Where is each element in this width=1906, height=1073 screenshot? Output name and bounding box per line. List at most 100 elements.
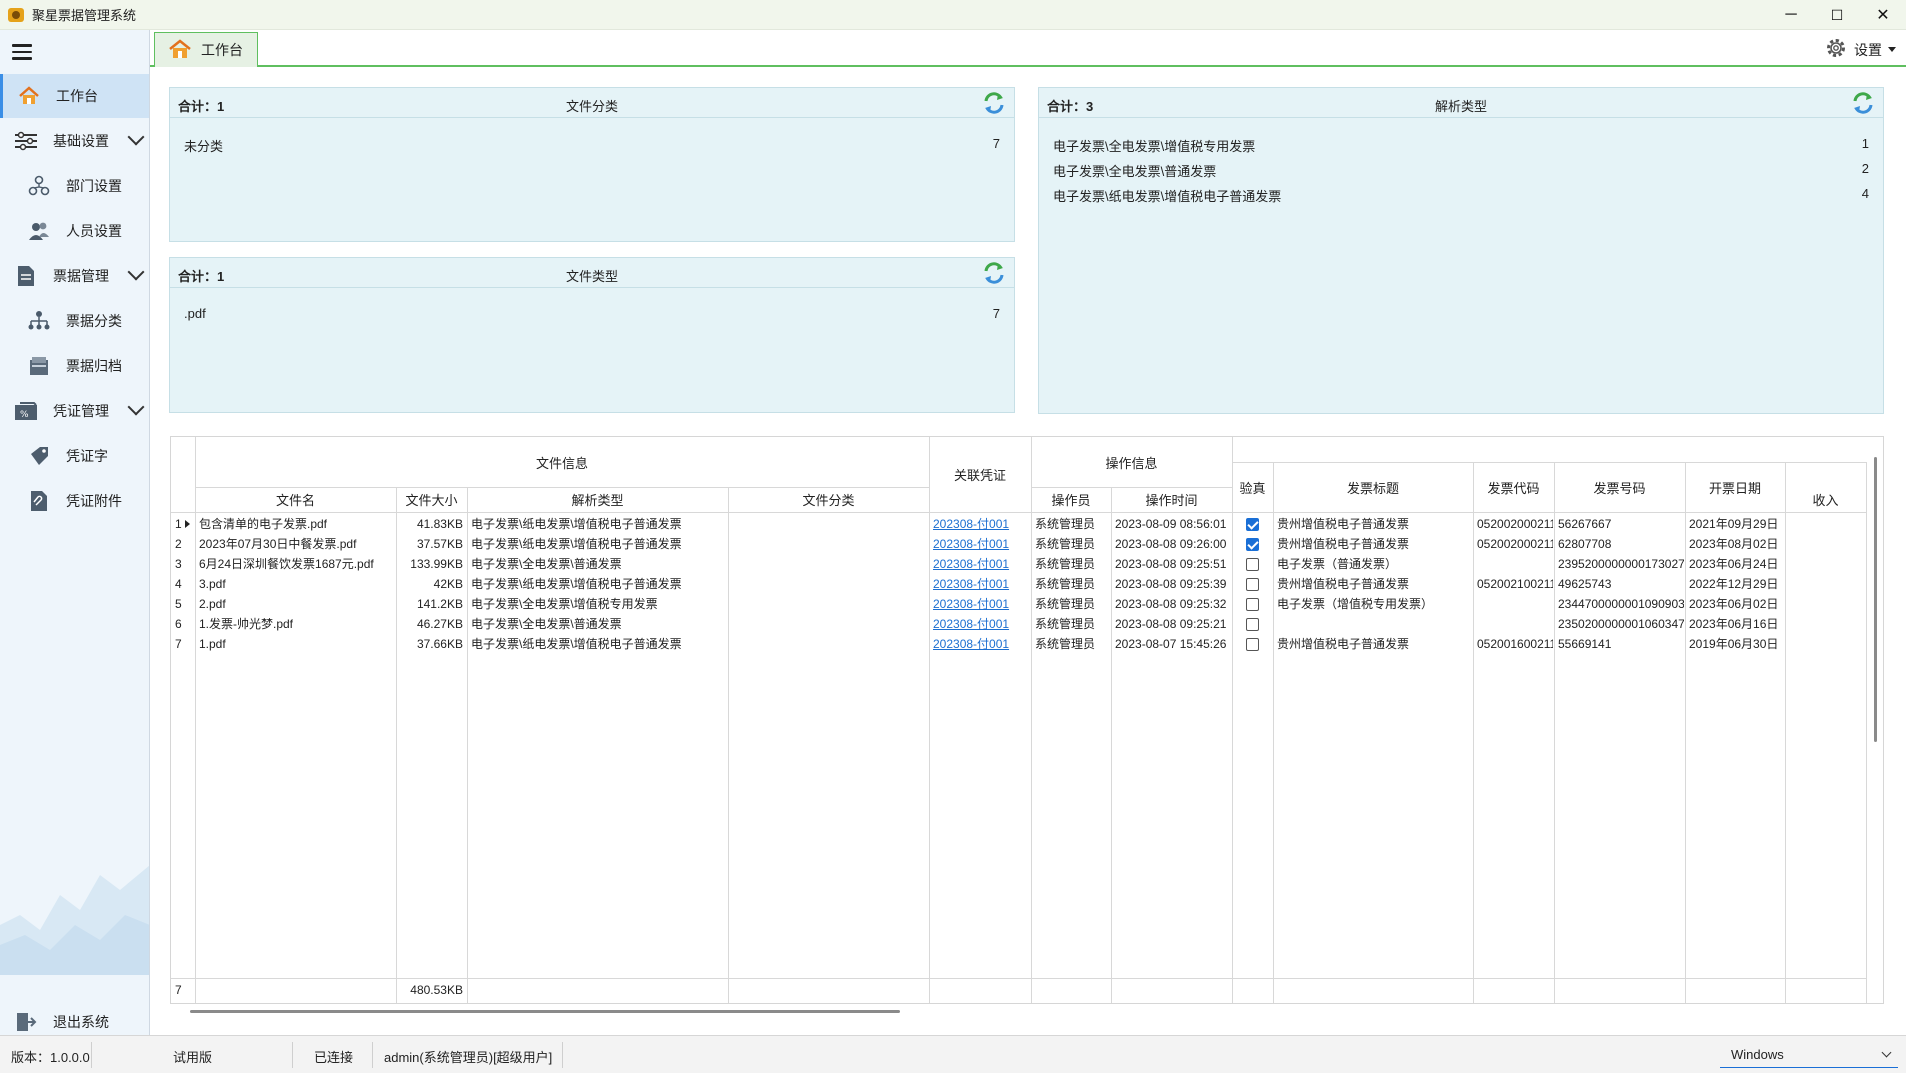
table-cell-parse-type[interactable]: 电子发票\纸电发票\增值税电子普通发票 <box>471 534 726 554</box>
table-cell-invoice-code[interactable] <box>1477 554 1553 574</box>
verify-checkbox[interactable] <box>1246 598 1259 611</box>
list-item[interactable]: 电子发票\纸电发票\增值税电子普通发票 4 <box>1053 186 1869 206</box>
verify-checkbox[interactable] <box>1246 558 1259 571</box>
sidebar-item-basic-settings[interactable]: 基础设置 <box>0 119 149 163</box>
table-cell-parse-type[interactable]: 电子发票\纸电发票\增值税电子普通发票 <box>471 634 726 654</box>
table-cell-filename[interactable]: 3.pdf <box>199 574 394 594</box>
table-cell-invoice-no[interactable]: 23502000000010603476 <box>1558 614 1684 634</box>
table-cell-invoice-code[interactable]: 052001600211 <box>1477 634 1553 654</box>
table-cell-invoice-code[interactable]: 052002100211 <box>1477 574 1553 594</box>
table-cell-parse-type[interactable]: 电子发票\纸电发票\增值税电子普通发票 <box>471 514 726 534</box>
sidebar-item-workbench[interactable]: 工作台 <box>0 74 149 118</box>
table-cell-invoice-no[interactable]: 23952000000001730279 <box>1558 554 1684 574</box>
refresh-icon[interactable] <box>982 262 1006 287</box>
verify-checkbox[interactable] <box>1246 518 1259 531</box>
header-filename[interactable]: 文件名 <box>195 487 396 512</box>
voucher-link[interactable]: 202308-付001 <box>933 617 1009 631</box>
sidebar-item-voucher-word[interactable]: 凭证字 <box>0 434 149 478</box>
chevron-down-icon[interactable] <box>127 263 145 281</box>
header-category[interactable]: 文件分类 <box>728 487 929 512</box>
header-invoice-date[interactable]: 开票日期 <box>1685 462 1785 512</box>
table-cell-invoice-title[interactable]: 电子发票（普通发票） <box>1277 554 1471 574</box>
table-cell-invoice-title[interactable] <box>1277 614 1471 634</box>
refresh-icon[interactable] <box>1851 92 1875 117</box>
voucher-link[interactable]: 202308-付001 <box>933 597 1009 611</box>
table-cell-invoice-no[interactable]: 56267667 <box>1558 514 1684 534</box>
close-button[interactable]: ✕ <box>1860 0 1906 30</box>
sidebar-item-bill-management[interactable]: 票据管理 <box>0 254 149 298</box>
table-cell-parse-type[interactable]: 电子发票\全电发票\增值税专用发票 <box>471 594 726 614</box>
header-parse-type[interactable]: 解析类型 <box>467 487 728 512</box>
table-cell-invoice-code[interactable]: 052002000211 <box>1477 534 1553 554</box>
table-cell-category[interactable] <box>732 634 927 654</box>
header-op-time[interactable]: 操作时间 <box>1111 487 1232 512</box>
verify-checkbox[interactable] <box>1246 618 1259 631</box>
chevron-down-icon[interactable] <box>127 128 145 146</box>
header-invoice-title[interactable]: 发票标题 <box>1273 462 1473 512</box>
table-cell-parse-type[interactable]: 电子发票\纸电发票\增值税电子普通发票 <box>471 574 726 594</box>
table-cell-operator[interactable]: 系统管理员 <box>1035 614 1109 634</box>
table-cell-category[interactable] <box>732 554 927 574</box>
table-cell-invoice-no[interactable]: 62807708 <box>1558 534 1684 554</box>
header-verify[interactable]: 验真 <box>1232 462 1273 512</box>
logout-button[interactable]: 退出系统 <box>0 1000 149 1035</box>
sidebar-item-staff[interactable]: 人员设置 <box>0 209 149 253</box>
table-cell-invoice-title[interactable]: 贵州增值税电子普通发票 <box>1277 514 1471 534</box>
table-cell-parse-type[interactable]: 电子发票\全电发票\普通发票 <box>471 614 726 634</box>
list-item[interactable]: 电子发票\全电发票\增值税专用发票 1 <box>1053 136 1869 156</box>
table-cell-operator[interactable]: 系统管理员 <box>1035 574 1109 594</box>
table-cell-idx[interactable]: 5 <box>175 594 193 614</box>
theme-select[interactable]: Windows <box>1720 1042 1898 1068</box>
sidebar-item-voucher-management[interactable]: % 凭证管理 <box>0 389 149 433</box>
table-cell-invoice-date[interactable]: 2021年09月29日 <box>1689 514 1784 534</box>
horizontal-scrollbar[interactable] <box>190 1010 900 1013</box>
table-cell-category[interactable] <box>732 614 927 634</box>
header-operator[interactable]: 操作员 <box>1031 487 1111 512</box>
sidebar-item-bill-category[interactable]: 票据分类 <box>0 299 149 343</box>
minimize-button[interactable]: ─ <box>1768 0 1814 30</box>
table-cell-invoice-date[interactable]: 2023年08月02日 <box>1689 534 1784 554</box>
table-cell-op-time[interactable]: 2023-08-07 15:45:26 <box>1115 634 1230 654</box>
list-item[interactable]: 未分类 7 <box>184 136 1000 156</box>
table-cell-invoice-code[interactable]: 052002000211 <box>1477 514 1553 534</box>
table-cell-category[interactable] <box>732 594 927 614</box>
table-cell-parse-type[interactable]: 电子发票\全电发票\普通发票 <box>471 554 726 574</box>
table-cell-filename[interactable]: 2023年07月30日中餐发票.pdf <box>199 534 394 554</box>
tab-workbench[interactable]: 工作台 <box>154 32 258 67</box>
table-cell-idx[interactable]: 3 <box>175 554 193 574</box>
list-item[interactable]: 电子发票\全电发票\普通发票 2 <box>1053 161 1869 181</box>
vertical-scrollbar[interactable] <box>1874 457 1877 742</box>
header-voucher[interactable]: 关联凭证 <box>929 437 1031 512</box>
table-cell-filename[interactable]: 6月24日深圳餐饮发票1687元.pdf <box>199 554 394 574</box>
table-cell-invoice-date[interactable]: 2023年06月16日 <box>1689 614 1784 634</box>
table-cell-size[interactable]: 37.57KB <box>397 534 463 554</box>
table-cell-invoice-date[interactable]: 2019年06月30日 <box>1689 634 1784 654</box>
voucher-link[interactable]: 202308-付001 <box>933 517 1009 531</box>
hamburger-menu-icon[interactable] <box>12 44 32 60</box>
table-cell-idx[interactable]: 2 <box>175 534 193 554</box>
table-cell-op-time[interactable]: 2023-08-09 08:56:01 <box>1115 514 1230 534</box>
header-income[interactable]: 收入 <box>1785 487 1866 512</box>
header-invoice-code[interactable]: 发票代码 <box>1473 462 1554 512</box>
table-cell-size[interactable]: 42KB <box>397 574 463 594</box>
table-cell-invoice-no[interactable]: 55669141 <box>1558 634 1684 654</box>
table-cell-idx[interactable]: 1 <box>175 514 193 534</box>
maximize-button[interactable]: ☐ <box>1814 0 1860 30</box>
table-cell-category[interactable] <box>732 574 927 594</box>
table-cell-filename[interactable]: 2.pdf <box>199 594 394 614</box>
table-cell-operator[interactable]: 系统管理员 <box>1035 534 1109 554</box>
table-cell-idx[interactable]: 4 <box>175 574 193 594</box>
list-item[interactable]: .pdf 7 <box>184 306 1000 326</box>
table-cell-op-time[interactable]: 2023-08-08 09:26:00 <box>1115 534 1230 554</box>
table-cell-op-time[interactable]: 2023-08-08 09:25:32 <box>1115 594 1230 614</box>
chevron-down-icon[interactable] <box>127 398 145 416</box>
table-cell-category[interactable] <box>732 534 927 554</box>
table-cell-idx[interactable]: 6 <box>175 614 193 634</box>
table-cell-invoice-date[interactable]: 2023年06月24日 <box>1689 554 1784 574</box>
voucher-link[interactable]: 202308-付001 <box>933 557 1009 571</box>
sidebar-item-department[interactable]: 部门设置 <box>0 164 149 208</box>
table-cell-invoice-code[interactable] <box>1477 594 1553 614</box>
table-cell-size[interactable]: 37.66KB <box>397 634 463 654</box>
table-cell-invoice-no[interactable]: 23447000000010909033 <box>1558 594 1684 614</box>
table-cell-filename[interactable]: 1.发票-帅光梦.pdf <box>199 614 394 634</box>
